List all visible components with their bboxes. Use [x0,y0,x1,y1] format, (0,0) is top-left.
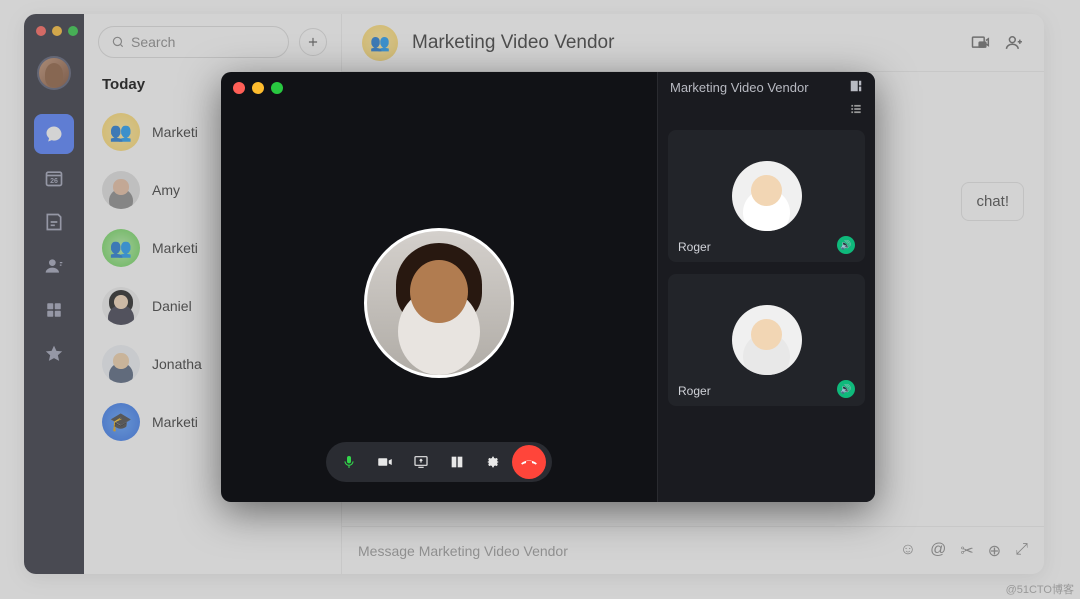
composer-placeholder[interactable]: Message Marketing Video Vendor [358,543,888,559]
chat-item-label: Marketi [152,414,198,430]
group-avatar-icon: 👥 [102,113,140,151]
gear-icon [485,454,501,470]
participant-avatar [732,305,802,375]
mic-icon [341,454,357,470]
calendar-day-label: 26 [34,178,74,185]
message-bubble: chat! [961,182,1024,221]
chat-item-label: Marketi [152,240,198,256]
layout-icon [449,454,465,470]
end-call-button[interactable] [512,445,546,479]
speaking-indicator-icon: 🔊 [837,380,855,398]
nav-favorites-icon[interactable] [34,334,74,374]
plus-icon [306,35,320,49]
maximize-dot-icon[interactable] [271,82,283,94]
pip-video-icon[interactable] [970,33,990,53]
add-member-icon[interactable] [1004,33,1024,53]
list-view-icon[interactable] [849,102,863,124]
call-side-subheader [658,102,875,124]
participant-name: Roger [678,384,711,398]
call-traffic-lights[interactable] [221,72,657,104]
mic-button[interactable] [332,445,366,479]
nav-rail: 26 [24,14,84,574]
minimize-dot-icon[interactable] [252,82,264,94]
layout-toggle-icon[interactable] [849,79,863,96]
maximize-dot-icon[interactable] [68,26,78,36]
call-title: Marketing Video Vendor [670,80,809,95]
nav-chat-icon[interactable] [34,114,74,154]
participant-tile[interactable]: Roger 🔊 [668,130,865,262]
chat-item-label: Daniel [152,298,192,314]
close-dot-icon[interactable] [36,26,46,36]
search-placeholder: Search [131,34,175,50]
close-dot-icon[interactable] [233,82,245,94]
participants-panel: Marketing Video Vendor Roger 🔊 Roger 🔊 [657,72,875,502]
hangup-icon [520,453,538,471]
search-icon [111,35,125,49]
person-avatar-icon [102,287,140,325]
person-avatar-icon [102,171,140,209]
person-avatar-icon [102,345,140,383]
call-toolbar [326,442,552,482]
nav-calendar-icon[interactable]: 26 [34,158,74,198]
composer-tools: ☺ @ ✂ ⊕ ⤢ [900,541,1028,561]
nav-notes-icon[interactable] [34,202,74,242]
conversation-title: Marketing Video Vendor [412,32,956,54]
layout-button[interactable] [440,445,474,479]
participant-name: Roger [678,240,711,254]
chat-item-label: Jonatha [152,356,202,372]
mention-icon[interactable]: @ [930,541,946,561]
call-side-header: Marketing Video Vendor [658,72,875,102]
group-avatar-icon: 👥 [102,229,140,267]
emoji-icon[interactable]: ☺ [900,541,916,561]
camera-icon [376,453,394,471]
chat-list-header: Search [84,14,341,70]
scissors-icon[interactable]: ✂ [960,541,973,561]
attach-plus-icon[interactable]: ⊕ [988,541,1001,561]
message-composer[interactable]: Message Marketing Video Vendor ☺ @ ✂ ⊕ ⤢ [342,526,1044,574]
watermark-text: @51CTO博客 [1006,581,1074,597]
search-input[interactable]: Search [98,26,289,58]
group-avatar-icon: 🎓 [102,403,140,441]
screenshare-button[interactable] [404,445,438,479]
minimize-dot-icon[interactable] [52,26,62,36]
nav-apps-icon[interactable] [34,290,74,330]
window-traffic-lights[interactable] [36,26,78,36]
video-call-window: Marketing Video Vendor Roger 🔊 Roger 🔊 [221,72,875,502]
chat-item-label: Amy [152,182,180,198]
expand-icon[interactable]: ⤢ [1015,541,1028,561]
new-chat-button[interactable] [299,28,327,56]
settings-button[interactable] [476,445,510,479]
active-speaker-avatar [364,228,514,378]
chat-item-label: Marketi [152,124,198,140]
participant-avatar [732,161,802,231]
conversation-avatar-icon: 👥 [362,25,398,61]
speaking-indicator-icon: 🔊 [837,236,855,254]
participant-tile[interactable]: Roger 🔊 [668,274,865,406]
call-main-area [221,72,657,502]
conversation-header: 👥 Marketing Video Vendor [342,14,1044,72]
nav-contacts-icon[interactable] [34,246,74,286]
user-avatar[interactable] [37,56,71,90]
screenshare-icon [413,454,429,470]
camera-button[interactable] [368,445,402,479]
